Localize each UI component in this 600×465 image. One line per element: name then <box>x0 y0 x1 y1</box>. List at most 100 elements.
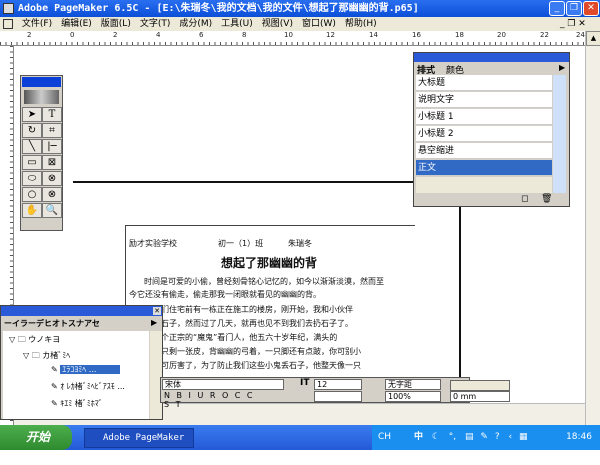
rectangle-frame-tool-icon[interactable]: ⊠ <box>42 155 62 170</box>
font-size-icon: IT <box>300 378 310 388</box>
taskbar-item-pagemaker[interactable]: Adobe PageMaker ... <box>84 428 194 461</box>
ruler-tick: 20 <box>497 31 506 39</box>
style-item-selected[interactable]: 正文 <box>416 160 552 176</box>
style-item[interactable]: 悬空缩进 <box>416 143 552 159</box>
pen-icon[interactable]: ✎ <box>480 432 488 442</box>
document-page[interactable]: 励才实验学校 初一（1）班 朱瑞冬 想起了那幽幽的背 时间是可爱的小偷，曾经刻骨… <box>125 225 415 385</box>
font-select[interactable]: 宋体 <box>162 379 284 390</box>
layers-title-bar[interactable] <box>1 306 162 316</box>
rotate-tool-icon[interactable]: ↻ <box>22 123 42 138</box>
menu-window[interactable]: 窗口(W) <box>302 17 336 31</box>
hand-tool-icon[interactable]: ✋ <box>22 203 42 218</box>
ruler-tick: 14 <box>369 31 378 39</box>
moon-icon[interactable]: ☾ <box>432 432 440 442</box>
styles-scrollbar[interactable] <box>553 75 566 193</box>
close-button[interactable]: ✕ <box>583 1 599 16</box>
menu-element[interactable]: 成分(M) <box>179 17 212 31</box>
styles-title-bar[interactable] <box>414 53 569 62</box>
tree-item-label: カ楮ﾞﾐﾍ <box>42 351 71 360</box>
style-item[interactable]: 小标题 1 <box>416 109 552 125</box>
tree-item[interactable]: ▽ 🗀 カ楮ﾞﾐﾍ <box>23 350 70 364</box>
header-school: 励才实验学校 <box>129 239 177 248</box>
ellipse-tool-icon[interactable]: ⬭ <box>22 171 42 186</box>
style-item[interactable]: 说明文字 <box>416 92 552 108</box>
text-line: 身干瘦的只剩一张皮，背幽幽的弓着，一只脚还有点跛，你可别小 <box>129 347 361 356</box>
layers-scrollbar[interactable] <box>150 331 162 419</box>
logo-image <box>24 90 59 104</box>
ellipse-frame-tool-icon[interactable]: ⊗ <box>42 171 62 186</box>
ruler-tick: 4 <box>156 31 161 39</box>
tree-item[interactable]: ▽ 🗀 ウノキヨ <box>9 334 60 348</box>
tree-item[interactable]: ✎ ｷｴﾐ 楮ﾞﾐﾎﾏﾞ <box>51 398 103 409</box>
baseline-shift-field[interactable]: 0 mm <box>450 391 510 402</box>
ruler-tick: 6 <box>199 31 204 39</box>
ime-indicator[interactable]: CH <box>378 432 391 442</box>
menu-view[interactable]: 视图(V) <box>262 17 293 31</box>
palette-menu-arrow-icon[interactable]: ▶ <box>151 318 157 327</box>
tree-item[interactable]: ✎ ｵ ﾚｶ楮ﾞﾐﾍﾋﾞｱｽﾓ ... <box>51 381 125 392</box>
style-item[interactable]: 小标题 2 <box>416 126 552 142</box>
language-indicator[interactable]: 中 <box>414 432 423 442</box>
header-class: 初一（1）班 <box>218 239 264 248</box>
tree-item-label: ｵ ﾚｶ楮ﾞﾐﾍﾋﾞｱｽﾓ ... <box>60 382 125 391</box>
menu-help[interactable]: 帮助(H) <box>345 17 377 31</box>
vertical-scrollbar[interactable]: ▲ <box>585 31 600 425</box>
expand-tray-icon[interactable]: ‹ <box>509 432 513 442</box>
menu-utilities[interactable]: 工具(U) <box>221 17 253 31</box>
kerning-field[interactable] <box>450 380 510 391</box>
system-tray: CH 中 ☾ °, ▤ ✎ ? ‹ ▦ 18:46 <box>372 425 600 450</box>
ruler-tick: 2 <box>27 31 32 39</box>
scroll-up-icon[interactable]: ▲ <box>586 31 600 46</box>
constrained-line-tool-icon[interactable]: |─ <box>42 139 62 154</box>
scale-select[interactable]: 100% <box>385 391 441 402</box>
tracking-select[interactable]: 无字距 <box>385 379 441 390</box>
tree-item-label: ｷｴﾐ 楮ﾞﾐﾎﾏﾞ <box>60 399 103 408</box>
ruler-tick: 12 <box>326 31 335 39</box>
minimize-button[interactable]: _ <box>549 1 565 16</box>
layers-header: ーイラーデヒオトスナアセ <box>4 319 100 328</box>
punctuation-icon[interactable]: °, <box>449 432 456 442</box>
ruler-tick: 16 <box>412 31 421 39</box>
trash-icon[interactable]: 🗑 <box>541 194 552 204</box>
leading-select[interactable] <box>314 391 362 402</box>
ruler-tick: 22 <box>540 31 549 39</box>
tree-item-selected[interactable]: ✎ ｴﾗｺﾖﾐﾍ ... <box>51 364 121 375</box>
app-icon[interactable] <box>3 3 14 14</box>
ruler-tick: 18 <box>455 31 464 39</box>
layers-palette: ✕ ーイラーデヒオトスナアセ ▶ ▽ 🗀 ウノキヨ ▽ 🗀 カ楮ﾞﾐﾍ ✎ ｴﾗ… <box>0 305 163 420</box>
line-tool-icon[interactable]: ╲ <box>22 139 42 154</box>
document-icon[interactable] <box>3 18 13 29</box>
clock[interactable]: 18:46 <box>566 425 592 450</box>
crop-tool-icon[interactable]: ⌗ <box>42 123 62 138</box>
menu-type[interactable]: 文字(T) <box>140 17 171 31</box>
rectangle-tool-icon[interactable]: ▭ <box>22 155 42 170</box>
tree-item-label: ｴﾗｺﾖﾐﾍ ... <box>60 365 121 374</box>
tray-app-icon[interactable]: ▤ <box>465 432 474 442</box>
close-icon[interactable]: ✕ <box>153 307 161 315</box>
ruler-tick: 10 <box>284 31 293 39</box>
start-button[interactable]: 开始 <box>0 425 72 450</box>
network-icon[interactable]: ▦ <box>519 432 528 442</box>
zoom-tool-icon[interactable]: 🔍 <box>42 203 62 218</box>
doc-window-controls[interactable]: _ ❐ ✕ <box>560 17 586 31</box>
header-author: 朱瑞冬 <box>288 239 312 248</box>
polygon-frame-tool-icon[interactable]: ⊗ <box>42 187 62 202</box>
toolbox-title-bar[interactable] <box>22 77 61 87</box>
style-item[interactable]: 大标题 <box>416 75 552 91</box>
control-palette: 宋体 12 IT 无字距 N B I U R O C C S T 100% <box>160 377 470 409</box>
text-line: 时间是可爱的小偷，曾经刻骨铭心记忆的，如今以渐渐淡漠，然而至 <box>144 277 384 286</box>
menu-layout[interactable]: 版面(L) <box>101 17 131 31</box>
help-icon[interactable]: ? <box>495 432 500 442</box>
menu-file[interactable]: 文件(F) <box>22 17 52 31</box>
type-style-buttons[interactable]: N B I U R O C C S T <box>162 391 262 409</box>
palette-menu-arrow-icon[interactable]: ▶ <box>559 63 565 72</box>
maximize-button[interactable]: ❐ <box>566 1 582 16</box>
polygon-tool-icon[interactable]: ○ <box>22 187 42 202</box>
new-style-icon[interactable]: ◻ <box>521 194 528 204</box>
menu-bar: 文件(F) 编辑(E) 版面(L) 文字(T) 成分(M) 工具(U) 视图(V) 窗口(W)… <box>0 17 600 31</box>
text-line: 他的眼睛可厉害了，为了防止我们这些小鬼丢石子，他整天像一只 <box>129 361 361 370</box>
size-select[interactable]: 12 <box>314 379 362 390</box>
menu-edit[interactable]: 编辑(E) <box>61 17 92 31</box>
pointer-tool-icon[interactable]: ➤ <box>22 107 42 122</box>
text-tool-icon[interactable]: T <box>42 107 62 122</box>
